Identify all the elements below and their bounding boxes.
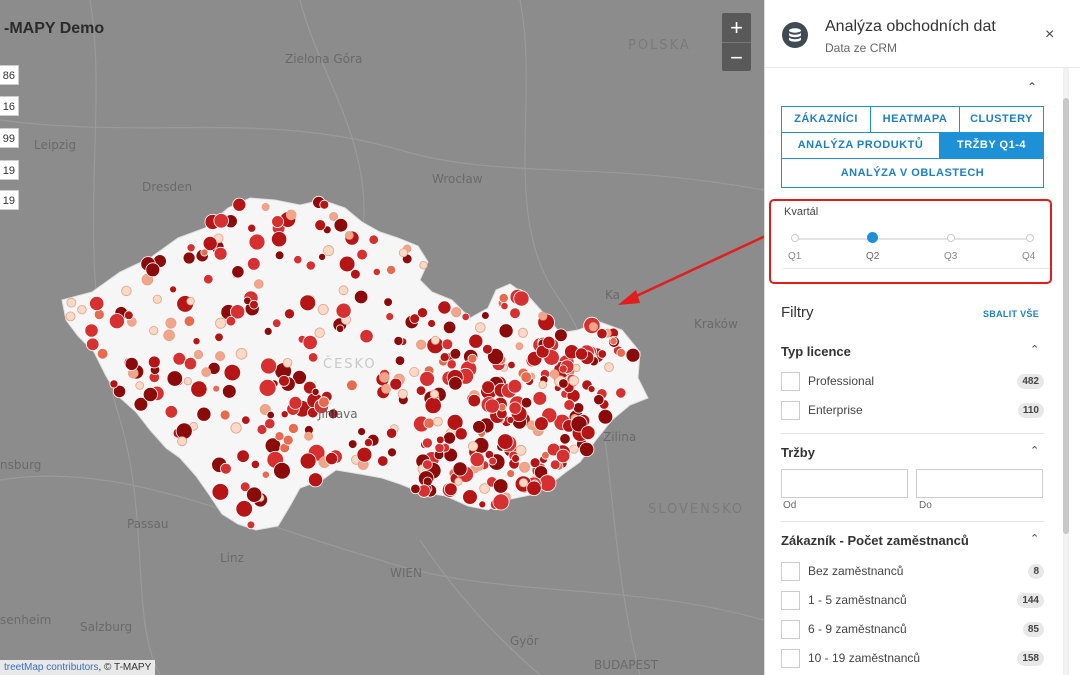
option-label: 6 - 9 zaměstnanců	[808, 622, 907, 636]
count-badge: 85	[1022, 622, 1044, 637]
collapse-panel-icon[interactable]: ⌃	[1027, 80, 1037, 94]
count-badge: 144	[1017, 593, 1044, 608]
employees-option[interactable]: 6 - 9 zaměstnanců 85	[781, 619, 1044, 641]
filters-title: Filtry	[781, 304, 814, 321]
revenue-from-input[interactable]	[781, 469, 908, 498]
panel-scrollbar[interactable]	[1063, 68, 1069, 675]
divider	[781, 521, 1044, 522]
panel-header: Analýza obchodních dat Data ze CRM ×	[765, 0, 1080, 68]
chevron-up-icon[interactable]: ⌃	[1030, 532, 1039, 545]
tab-customers[interactable]: ZÁKAZNÍCI	[781, 106, 871, 133]
licence-option[interactable]: Enterprise 110	[781, 400, 1044, 422]
checkbox[interactable]	[781, 591, 800, 610]
employees-option[interactable]: 10 - 19 zaměstnanců 158	[781, 648, 1044, 670]
employees-option[interactable]: 1 - 5 zaměstnanců 144	[781, 590, 1044, 612]
option-label: 1 - 5 zaměstnanců	[808, 593, 907, 607]
divider	[781, 433, 1044, 434]
checkbox[interactable]	[781, 620, 800, 639]
employees-option[interactable]: Bez zaměstnanců 8	[781, 561, 1044, 583]
scrollbar-thumb[interactable]	[1063, 98, 1069, 534]
collapse-all-link[interactable]: SBALIT VŠE	[983, 309, 1039, 319]
revenue-to-input[interactable]	[916, 469, 1043, 498]
chevron-up-icon[interactable]: ⌃	[1030, 444, 1039, 457]
chevron-up-icon[interactable]: ⌃	[1030, 343, 1039, 356]
analysis-panel: Analýza obchodních dat Data ze CRM × ⌃ Z…	[764, 0, 1080, 675]
tab-product-analysis[interactable]: ANALÝZA PRODUKTŮ	[781, 132, 940, 159]
checkbox[interactable]	[781, 372, 800, 391]
revenue-section-title: Tržby	[781, 445, 815, 460]
option-label: Professional	[808, 374, 875, 388]
option-label: 10 - 19 zaměstnanců	[808, 651, 921, 665]
count-badge: 8	[1028, 564, 1044, 579]
revenue-to-label: Do	[919, 500, 932, 511]
option-label: Enterprise	[808, 403, 863, 417]
licence-option[interactable]: Professional 482	[781, 371, 1044, 393]
close-panel-button[interactable]: ×	[1045, 26, 1054, 44]
count-badge: 482	[1017, 374, 1044, 389]
employees-section-title: Zákazník - Počet zaměstnanců	[781, 533, 969, 548]
count-badge: 110	[1017, 403, 1044, 418]
checkbox[interactable]	[781, 401, 800, 420]
count-badge: 158	[1017, 651, 1044, 666]
revenue-from-label: Od	[783, 500, 797, 511]
tab-clusters[interactable]: CLUSTERY	[959, 106, 1044, 133]
annotation-highlight-box	[769, 199, 1052, 284]
tab-revenue-q1-4[interactable]: TRŽBY Q1-4	[939, 132, 1044, 159]
panel-subtitle: Data ze CRM	[825, 41, 898, 55]
checkbox[interactable]	[781, 562, 800, 581]
tab-area-analysis[interactable]: ANALÝZA V OBLASTECH	[781, 158, 1044, 188]
licence-section-title: Typ licence	[781, 344, 851, 359]
option-label: Bez zaměstnanců	[808, 564, 904, 578]
checkbox[interactable]	[781, 649, 800, 668]
database-icon	[782, 22, 808, 48]
tab-heatmap[interactable]: HEATMAPA	[870, 106, 960, 133]
panel-title: Analýza obchodních dat	[825, 18, 996, 35]
